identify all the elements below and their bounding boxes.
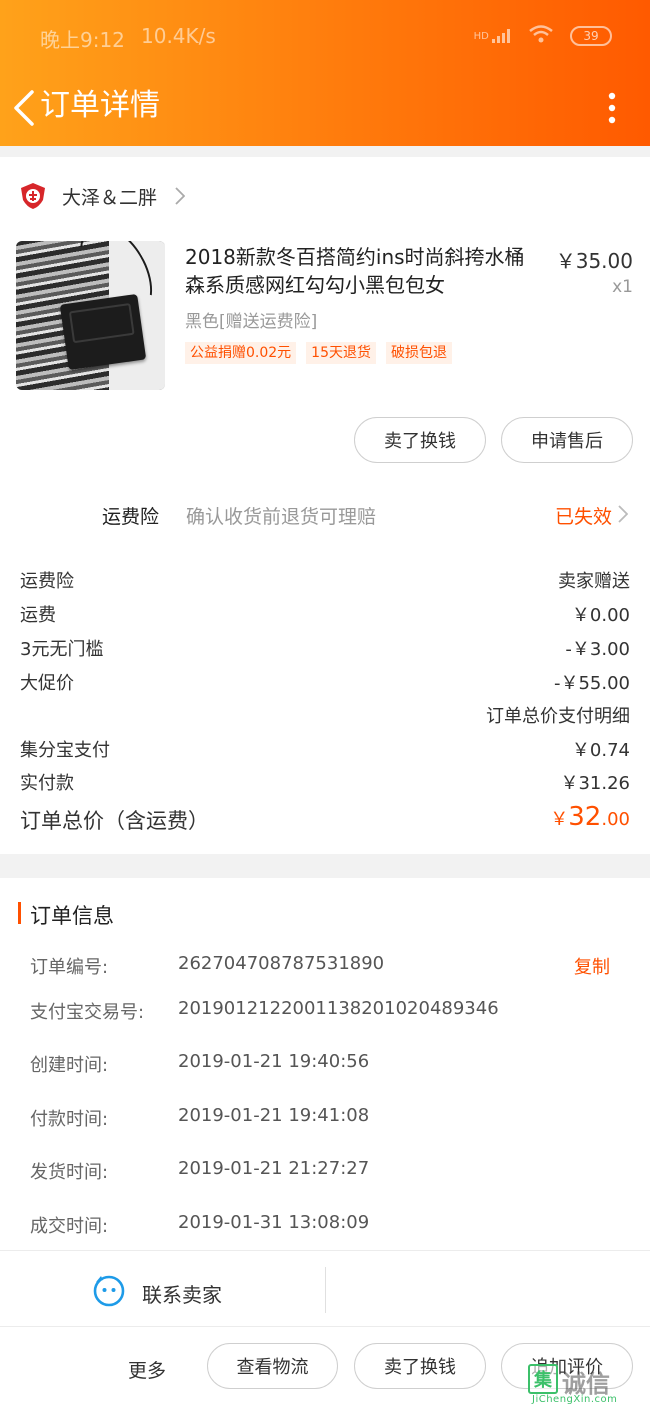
fee-value: ￥0.00 [571,605,630,626]
section-accent-bar [18,902,21,924]
sell-for-cash-button[interactable]: 卖了换钱 [354,1343,486,1389]
shipping-insurance-desc: 确认收货前退货可理赔 [186,506,377,528]
status-bar: 晚上9:12 10.4K/s HD 39 [0,0,650,72]
page-title: 订单详情 [40,88,160,123]
fee-label: 运费 [20,605,56,626]
info-value: 262704708787531890 [178,953,385,974]
order-info-card: 订单信息 订单编号: 262704708787531890 复制 支付宝交易号:… [0,878,650,1250]
info-label: 发货时间: [30,1162,109,1183]
info-label: 付款时间: [30,1109,109,1130]
network-type-label: HD [473,31,489,42]
more-button[interactable]: 更多 [128,1356,166,1383]
section-title: 订单信息 [30,904,114,928]
chevron-right-icon[interactable] [618,505,628,523]
bag-flap [68,302,135,344]
fee-row-paid: 实付款 ￥31.26 [20,769,630,795]
product-image[interactable] [16,241,165,390]
fee-row-points: 集分宝支付 ￥0.74 [20,736,630,762]
divider [325,1267,326,1313]
order-total-label: 订单总价（含运费） [20,809,209,833]
wifi-icon [528,24,554,48]
view-logistics-button[interactable]: 查看物流 [207,1343,338,1389]
info-row-created: 创建时间: 2019-01-21 19:40:56 [30,1051,630,1077]
copy-button[interactable]: 复制 [574,953,610,979]
header: 晚上9:12 10.4K/s HD 39 订单详情 [0,0,650,146]
tag-damage: 破损包退 [386,342,452,364]
fee-value: -￥55.00 [553,673,630,694]
contact-bar: 联系卖家 [0,1250,650,1327]
sell-for-cash-button[interactable]: 卖了换钱 [354,417,486,463]
info-value: 2019-01-21 19:41:08 [178,1105,370,1126]
info-value: 2019-01-21 19:40:56 [178,1051,370,1072]
fee-row-shipping: 运费 ￥0.00 [20,601,630,627]
fee-row-insurance: 运费险 卖家赠送 [20,567,630,593]
info-row-completed: 成交时间: 2019-01-31 13:08:09 [30,1212,630,1238]
fee-row-coupon: 3元无门槛 -￥3.00 [20,635,630,661]
product-variant: 黑色[赠送运费险] [185,312,318,332]
contact-seller-icon[interactable] [92,1273,126,1307]
shop-logo-icon [21,183,45,209]
nav-bar: 订单详情 [0,72,650,146]
service-tags: 公益捐赠0.02元 15天退货 破损包退 [185,342,452,364]
info-value: 2019012122001138201020489346 [178,998,499,1019]
info-label: 成交时间: [30,1216,109,1237]
shipping-insurance-status[interactable]: 已失效 [555,502,612,529]
product-quantity: x1 [612,277,633,297]
fee-label: 3元无门槛 [20,639,104,660]
fee-row-promo: 大促价 -￥55.00 [20,669,630,695]
watermark-mark: 集 [528,1364,558,1394]
status-network-speed: 10.4K/s [141,24,216,48]
product-title[interactable]: 2018新款冬百搭简约ins时尚斜挎水桶森系质感网红勾勾小黑包包女 [185,243,540,299]
status-time: 晚上9:12 [40,28,125,52]
shipping-insurance-label: 运费险 [102,506,160,528]
bottom-action-bar: 更多 查看物流 卖了换钱 追加评价 集 诚信 JiChengXin.com [0,1327,650,1408]
info-row-order-number: 订单编号: 262704708787531890 复制 [30,953,630,979]
fee-value: 卖家赠送 [558,571,630,592]
info-value: 2019-01-31 13:08:09 [178,1212,370,1233]
total-currency: ￥ [550,809,569,830]
watermark-logo: 集 诚信 JiChengXin.com [528,1360,646,1406]
after-sale-button[interactable]: 申请售后 [501,417,633,463]
order-card: 大泽＆二胖 2018新款冬百搭简约ins时尚斜挎水桶森系质感网红勾勾小黑包包女 … [0,157,650,854]
product-price: ￥35.00 [555,249,633,273]
shop-row[interactable]: 大泽＆二胖 [20,181,186,211]
payment-detail-row[interactable]: 订单总价支付明细 [20,702,630,728]
contact-seller-button[interactable]: 联系卖家 [142,1279,222,1308]
fee-value: -￥3.00 [565,639,630,660]
total-decimal: .00 [601,809,630,830]
status-icons: HD 39 [474,24,612,48]
watermark-url: JiChengXin.com [532,1394,618,1405]
fee-label: 运费险 [20,571,74,592]
shop-name: 大泽＆二胖 [62,186,158,209]
battery-icon: 39 [570,26,612,46]
info-label: 创建时间: [30,1055,109,1076]
fee-label: 大促价 [20,673,74,694]
fee-label: 实付款 [20,773,74,794]
more-vertical-icon[interactable] [600,90,624,126]
fee-label: 集分宝支付 [20,740,110,761]
info-row-shipped: 发货时间: 2019-01-21 21:27:27 [30,1158,630,1184]
total-integer: 32 [568,802,602,832]
back-arrow-icon[interactable] [10,86,38,130]
tag-return: 15天退货 [306,342,376,364]
bag-body [59,293,147,371]
info-value: 2019-01-21 21:27:27 [178,1158,370,1179]
fee-value: ￥0.74 [571,740,630,761]
info-row-paid: 付款时间: 2019-01-21 19:41:08 [30,1105,630,1131]
chevron-right-icon [175,187,186,205]
fee-value: ￥31.26 [560,773,630,794]
signal-icon: HD [474,29,512,43]
info-label: 订单编号: [30,957,109,978]
info-row-alipay-number: 支付宝交易号: 2019012122001138201020489346 [30,998,630,1024]
order-total-value: ￥32.00 [550,802,630,832]
info-label: 支付宝交易号: [30,1002,145,1023]
tag-charity: 公益捐赠0.02元 [185,342,297,364]
payment-detail-link[interactable]: 订单总价支付明细 [486,702,630,728]
